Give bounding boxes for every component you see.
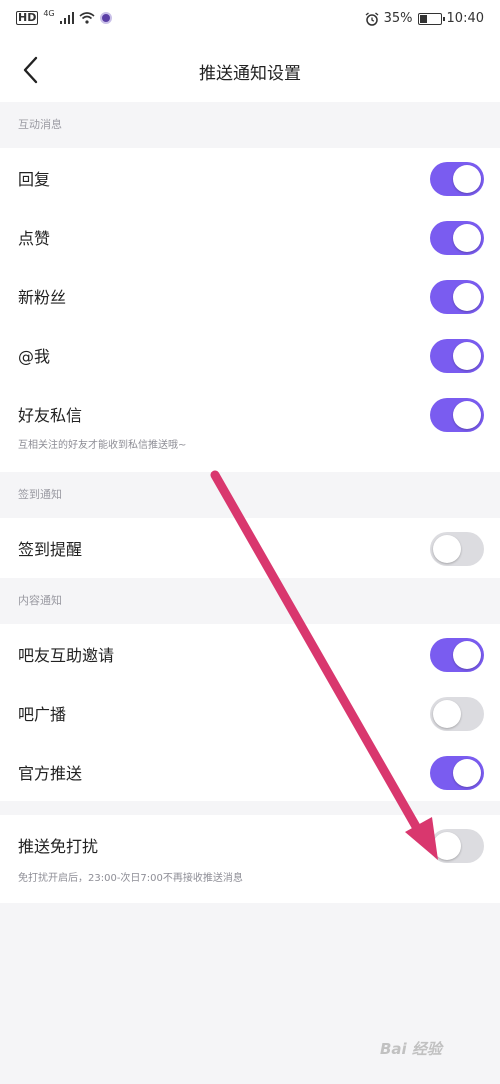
- battery-icon: [417, 12, 445, 25]
- setting-description: 免打扰开启后，23:00-次日7:00不再接收推送消息: [18, 873, 243, 884]
- toggle-switch[interactable]: [430, 339, 484, 373]
- toggle-switch[interactable]: [430, 398, 484, 432]
- setting-row-reply: 回复: [0, 148, 500, 207]
- toggle-knob: [433, 832, 461, 860]
- hd-indicator: HD: [16, 11, 39, 25]
- setting-label: 好友私信: [18, 406, 83, 425]
- toggle-switch[interactable]: [430, 280, 484, 314]
- app-dot-icon: [99, 12, 112, 24]
- status-bar: HD 4G 35% 10:40: [0, 0, 500, 40]
- setting-row-broadcast: 吧广播: [0, 683, 500, 742]
- toggle-knob: [453, 342, 481, 370]
- section-header-content: 内容通知: [0, 578, 500, 624]
- setting-label: 吧友互助邀请: [18, 646, 115, 665]
- battery-percent: 35%: [383, 11, 413, 26]
- setting-label: 签到提醒: [18, 540, 83, 559]
- watermark: Bai 经验: [380, 1040, 442, 1058]
- toggle-knob: [433, 700, 461, 728]
- toggle-switch[interactable]: [430, 162, 484, 196]
- toggle-switch[interactable]: [430, 532, 484, 566]
- clock: 10:40: [446, 11, 484, 26]
- page-title: 推送通知设置: [199, 64, 301, 84]
- toggle-knob: [453, 165, 481, 193]
- toggle-knob: [433, 535, 461, 563]
- alarm-icon: [365, 11, 379, 26]
- setting-row-official-push: 官方推送: [0, 742, 500, 801]
- setting-label: 点赞: [18, 229, 51, 248]
- wifi-icon: [79, 12, 95, 24]
- battery-fill: [419, 14, 428, 23]
- setting-description: 互相关注的好友才能收到私信推送哦~: [18, 440, 187, 451]
- setting-label: 吧广播: [18, 705, 67, 724]
- setting-row-signin-reminder: 签到提醒: [0, 518, 500, 578]
- section-header-signin: 签到通知: [0, 472, 500, 518]
- section-header-interaction: 互动消息: [0, 102, 500, 148]
- toggle-knob: [453, 759, 481, 787]
- setting-row-friend-message: 好友私信 互相关注的好友才能收到私信推送哦~: [0, 384, 500, 472]
- toggle-knob: [453, 401, 481, 429]
- setting-row-do-not-disturb: 推送免打扰 免打扰开启后，23:00-次日7:00不再接收推送消息: [0, 815, 500, 903]
- setting-label: 推送免打扰: [18, 837, 99, 856]
- setting-label: @我: [18, 347, 51, 366]
- toggle-switch[interactable]: [430, 756, 484, 790]
- setting-row-mention: @我: [0, 325, 500, 384]
- toggle-knob: [453, 641, 481, 669]
- nav-bar: 推送通知设置: [0, 40, 500, 102]
- toggle-switch[interactable]: [430, 829, 484, 863]
- setting-label: 回复: [18, 170, 51, 189]
- toggle-switch[interactable]: [430, 697, 484, 731]
- toggle-knob: [453, 283, 481, 311]
- setting-row-like: 点赞: [0, 207, 500, 266]
- setting-label: 官方推送: [18, 764, 83, 783]
- setting-row-help-invite: 吧友互助邀请: [0, 624, 500, 683]
- toggle-switch[interactable]: [430, 221, 484, 255]
- setting-label: 新粉丝: [18, 288, 67, 307]
- setting-row-new-follower: 新粉丝: [0, 266, 500, 325]
- toggle-knob: [453, 224, 481, 252]
- toggle-switch[interactable]: [430, 638, 484, 672]
- network-type: 4G: [43, 8, 55, 18]
- signal-icon: [59, 12, 74, 24]
